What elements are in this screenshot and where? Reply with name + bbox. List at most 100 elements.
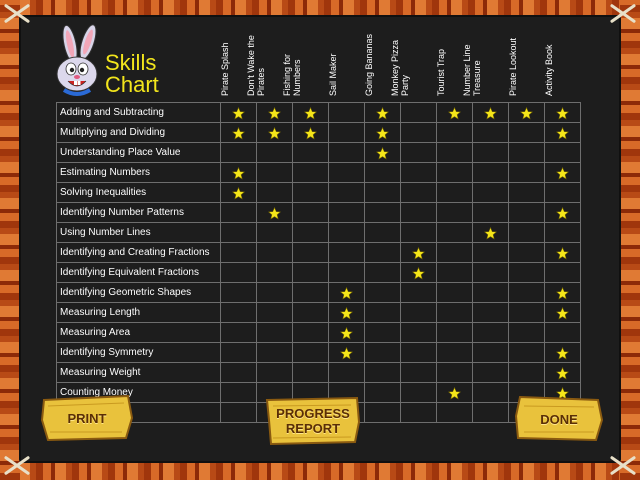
star-icon: [556, 307, 569, 320]
column-header-label: Activity Book: [544, 44, 554, 96]
star-icon: [556, 127, 569, 140]
skill-cell: [292, 142, 329, 163]
skill-cell: [364, 222, 401, 243]
rope-tie-icon: [608, 6, 638, 20]
skill-cell: [220, 202, 257, 223]
skill-row: Multiplying and Dividing: [56, 122, 581, 143]
skill-cell: [508, 322, 545, 343]
skill-cell: [472, 342, 509, 363]
skill-cell: [472, 382, 509, 403]
skill-cell: [508, 362, 545, 383]
skill-cell: [508, 182, 545, 203]
rope-tie-icon: [2, 6, 32, 20]
skill-label: Measuring Weight: [56, 362, 221, 383]
skill-cell: [508, 162, 545, 183]
star-icon: [556, 207, 569, 220]
skill-cell: [472, 322, 509, 343]
skill-cell: [436, 182, 473, 203]
skill-cell: [220, 262, 257, 283]
skill-cell: [400, 322, 437, 343]
skill-row: Solving Inequalities: [56, 182, 581, 203]
skill-cell: [364, 402, 401, 423]
skill-cell: [328, 162, 365, 183]
skill-cell: [220, 382, 257, 403]
skill-cell: [436, 122, 473, 143]
progress-label-line1: PROGRESS: [276, 406, 350, 421]
star-icon: [556, 107, 569, 120]
skill-row: Identifying Equivalent Fractions: [56, 262, 581, 283]
title-line-1: Skills: [105, 50, 157, 75]
skill-cell: [472, 302, 509, 323]
skill-row: Understanding Place Value: [56, 142, 581, 163]
star-icon: [376, 147, 389, 160]
star-icon: [304, 127, 317, 140]
skill-cell: [364, 322, 401, 343]
star-icon: [340, 327, 353, 340]
wooden-frame-right: [620, 0, 640, 480]
skill-cell: [364, 162, 401, 183]
skill-cell: [400, 402, 437, 423]
skill-cell: [328, 342, 365, 363]
skill-cell: [472, 162, 509, 183]
skill-cell: [508, 122, 545, 143]
skill-cell: [400, 222, 437, 243]
skill-cell: [472, 362, 509, 383]
skill-row: Adding and Subtracting: [56, 102, 581, 123]
star-icon: [376, 127, 389, 140]
progress-report-button[interactable]: PROGRESS REPORT: [265, 396, 361, 446]
skill-cell: [328, 302, 365, 323]
star-icon: [232, 167, 245, 180]
star-icon: [412, 267, 425, 280]
star-icon: [448, 107, 461, 120]
skill-cell: [436, 162, 473, 183]
skill-row: Identifying Symmetry: [56, 342, 581, 363]
skill-cell: [292, 102, 329, 123]
skill-row: Measuring Area: [56, 322, 581, 343]
skill-cell: [364, 142, 401, 163]
skill-cell: [292, 242, 329, 263]
print-button[interactable]: PRINT: [40, 394, 134, 442]
skill-cell: [328, 142, 365, 163]
skill-cell: [364, 202, 401, 223]
skill-cell: [328, 282, 365, 303]
star-icon: [520, 107, 533, 120]
skill-cell: [472, 182, 509, 203]
skill-cell: [220, 362, 257, 383]
skill-label: Identifying and Creating Fractions: [56, 242, 221, 263]
skill-cell: [256, 142, 293, 163]
skill-cell: [292, 342, 329, 363]
skill-label: Measuring Area: [56, 322, 221, 343]
skill-cell: [328, 122, 365, 143]
column-header-label: Number Line Treasure: [462, 44, 482, 96]
column-header-label: Don't Wake the Pirates: [246, 35, 266, 96]
skill-cell: [544, 262, 581, 283]
star-icon: [340, 347, 353, 360]
skill-cell: [256, 322, 293, 343]
skill-cell: [256, 282, 293, 303]
star-icon: [448, 387, 461, 400]
done-button[interactable]: DONE: [514, 394, 604, 444]
skill-cell: [436, 262, 473, 283]
skill-cell: [256, 362, 293, 383]
skill-cell: [220, 402, 257, 423]
skill-cell: [544, 202, 581, 223]
skill-cell: [220, 122, 257, 143]
skill-row: Using Number Lines: [56, 222, 581, 243]
skill-cell: [436, 222, 473, 243]
skill-cell: [472, 122, 509, 143]
skill-row: Identifying Number Patterns: [56, 202, 581, 223]
skill-cell: [436, 102, 473, 123]
skill-cell: [400, 202, 437, 223]
print-label: PRINT: [67, 410, 107, 426]
skill-cell: [328, 202, 365, 223]
skill-cell: [472, 202, 509, 223]
skill-cell: [328, 102, 365, 123]
wooden-frame-left: [0, 0, 20, 480]
star-icon: [304, 107, 317, 120]
skill-cell: [256, 262, 293, 283]
skill-cell: [436, 342, 473, 363]
skill-cell: [292, 322, 329, 343]
skill-cell: [328, 362, 365, 383]
column-header-label: Tourist Trap: [436, 48, 446, 96]
skill-cell: [544, 222, 581, 243]
